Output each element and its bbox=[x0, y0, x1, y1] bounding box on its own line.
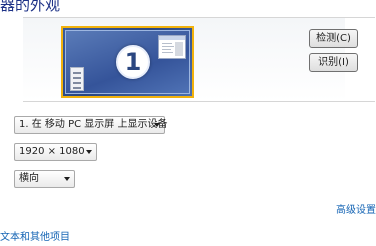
monitor-1-thumbnail[interactable]: 1 bbox=[61, 26, 194, 98]
monitor-screen: 1 bbox=[65, 30, 190, 94]
resolution-select-value: 1920 × 1080 bbox=[19, 146, 85, 157]
chevron-down-icon bbox=[154, 123, 160, 127]
mini-window-icon bbox=[158, 35, 186, 59]
identify-button[interactable]: 识别(I) bbox=[309, 53, 358, 72]
chevron-down-icon bbox=[86, 150, 92, 154]
chevron-down-icon bbox=[64, 177, 70, 181]
page-title: 器的外观 bbox=[0, 0, 61, 14]
display-select[interactable]: 1. 在 移动 PC 显示屏 上显示设备 bbox=[14, 116, 168, 134]
resolution-select[interactable]: 1920 × 1080 bbox=[14, 143, 97, 161]
detect-button[interactable]: 检测(C) bbox=[309, 29, 358, 48]
orientation-select-value: 横向 bbox=[19, 173, 39, 184]
monitor-number: 1 bbox=[124, 48, 142, 76]
mini-sidebar-icon bbox=[70, 67, 84, 91]
advanced-settings-link[interactable]: 高级设置 bbox=[336, 201, 376, 216]
orientation-select[interactable]: 横向 bbox=[14, 170, 75, 188]
monitor-number-badge: 1 bbox=[116, 45, 150, 79]
text-and-other-items-link[interactable]: 文本和其他项目 bbox=[0, 228, 70, 243]
display-select-value: 1. 在 移动 PC 显示屏 上显示设备 bbox=[19, 119, 168, 130]
